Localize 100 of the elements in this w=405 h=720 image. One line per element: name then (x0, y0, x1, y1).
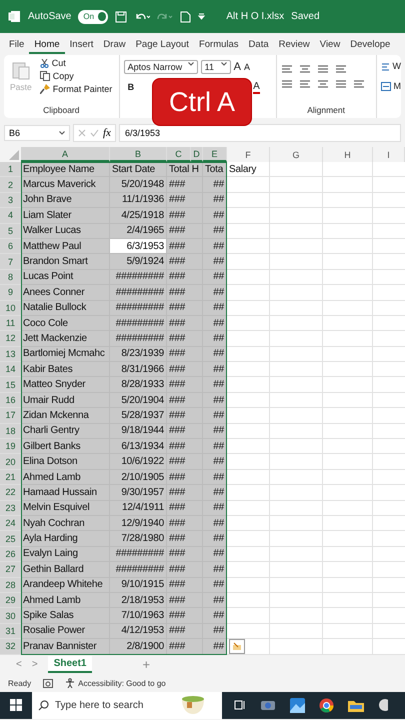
ribbon-tab[interactable]: View (314, 34, 346, 54)
table-cell: Ahmed Lamb (21, 592, 110, 608)
align-icon (298, 79, 311, 89)
table-cell: Bartlomiej Mcmahc (21, 346, 110, 362)
table-cell: 4/25/1918 (110, 208, 167, 224)
ribbon-tab[interactable]: Formulas (194, 34, 244, 54)
table-cell: 4/12/1953 (110, 624, 167, 640)
table-cell: ## (203, 208, 227, 224)
grow-font-button[interactable]: A (234, 61, 241, 73)
row-header[interactable]: 23 (0, 500, 21, 516)
row-header[interactable]: 21 (0, 470, 21, 486)
table-cell: ### (167, 285, 203, 301)
column-header[interactable]: A (21, 147, 110, 162)
copy-button[interactable]: Copy (40, 71, 112, 81)
row-header[interactable]: 31 (0, 624, 21, 640)
row-header[interactable]: 2 (0, 177, 21, 193)
format-painter-button[interactable]: Format Painter (40, 84, 112, 94)
table-cell: ### (167, 377, 203, 393)
row-header[interactable]: 6 (0, 238, 21, 254)
font-name-box[interactable]: Aptos Narrow (124, 60, 198, 74)
folder-icon (348, 698, 364, 712)
row-header[interactable]: 20 (0, 454, 21, 470)
row-header[interactable]: 11 (0, 316, 21, 332)
task-view-icon (234, 699, 246, 711)
row-header[interactable]: 25 (0, 531, 21, 547)
row-header[interactable]: 16 (0, 392, 21, 408)
column-header[interactable]: E (203, 147, 227, 162)
column-header[interactable]: B (110, 147, 167, 162)
table-cell: ### (167, 177, 203, 193)
insert-function-button[interactable]: fx (103, 126, 111, 138)
merge-button[interactable]: M (380, 81, 401, 91)
row-header[interactable]: 9 (0, 285, 21, 301)
table-cell: ### (167, 300, 203, 316)
ribbon-tab[interactable]: Page Layout (130, 34, 194, 54)
bold-button[interactable]: B (124, 80, 138, 94)
row-header[interactable]: 18 (0, 424, 21, 440)
accessibility-status[interactable]: Accessibility: Good to go (78, 678, 166, 688)
row-header[interactable]: 27 (0, 562, 21, 578)
dropdown-icon[interactable] (198, 13, 206, 20)
table-cell: Marcus Maverick (21, 177, 110, 193)
formula-field[interactable]: 6/3/1953 (118, 124, 401, 142)
ribbon-tab[interactable]: Review (274, 34, 315, 54)
next-sheet-button[interactable]: > (32, 659, 38, 670)
document-icon[interactable] (180, 10, 192, 22)
table-cell: Total H (167, 162, 203, 178)
cut-button[interactable]: Cut (40, 58, 112, 68)
ribbon-tab[interactable]: Insert (64, 34, 98, 54)
table-cell: ######### (110, 331, 167, 347)
shrink-font-button[interactable]: A (244, 62, 250, 72)
taskbar-search-bar[interactable]: Type here to search (32, 692, 222, 718)
table-cell: ## (203, 224, 227, 239)
row-header[interactable]: 3 (0, 192, 21, 208)
font-size-box[interactable]: 11 (200, 60, 231, 74)
row-header[interactable]: 1 (0, 162, 21, 178)
name-box[interactable]: B6 (4, 124, 70, 140)
column-header[interactable]: D (191, 147, 203, 162)
row-header[interactable]: 14 (0, 362, 21, 378)
align-icon (334, 64, 347, 74)
row-header[interactable]: 26 (0, 546, 21, 562)
row-header[interactable]: 4 (0, 208, 21, 224)
sheet-tab[interactable]: Sheet1 (48, 656, 92, 673)
row-header[interactable]: 22 (0, 485, 21, 501)
table-cell: 7/10/1963 (110, 608, 167, 624)
align-icon (280, 79, 293, 89)
table-cell: Brandon Smart (21, 254, 110, 270)
previous-sheet-button[interactable]: < (16, 659, 22, 670)
row-header[interactable]: 19 (0, 439, 21, 454)
row-header[interactable]: 5 (0, 224, 21, 239)
wrap-text-button[interactable]: W (380, 61, 401, 71)
table-cell: Evalyn Laing (21, 546, 110, 562)
clipboard-icon (12, 60, 30, 80)
ribbon-tab[interactable]: Develope (345, 34, 396, 54)
search-field[interactable]: Type here to search (55, 700, 175, 710)
row-header[interactable]: 17 (0, 408, 21, 424)
row-header[interactable]: 24 (0, 516, 21, 532)
ribbon-tab[interactable]: File (4, 34, 30, 54)
save-status[interactable]: Saved (291, 11, 320, 22)
row-header[interactable]: 32 (0, 639, 21, 654)
row-header[interactable]: 8 (0, 270, 21, 286)
row-header[interactable]: 29 (0, 592, 21, 608)
autosave-toggle[interactable]: On (78, 10, 108, 24)
table-cell: Arandeep Whitehe (21, 578, 110, 593)
column-header[interactable]: C (167, 147, 191, 162)
status-mode: Ready (8, 678, 32, 688)
table-cell: ## (203, 408, 227, 424)
table-cell: ######### (110, 300, 167, 316)
row-header[interactable]: 30 (0, 608, 21, 624)
align-icon (298, 64, 311, 74)
ribbon-tab[interactable]: Draw (98, 34, 131, 54)
row-header[interactable]: 15 (0, 377, 21, 393)
save-icon[interactable] (115, 10, 128, 22)
row-header[interactable]: 12 (0, 331, 21, 347)
row-header[interactable]: 28 (0, 578, 21, 593)
table-cell: ## (203, 500, 227, 516)
add-sheet-button[interactable]: + (142, 657, 150, 672)
ribbon-tab[interactable]: Data (244, 34, 274, 54)
row-header[interactable]: 13 (0, 346, 21, 362)
row-header[interactable]: 7 (0, 254, 21, 270)
row-header[interactable]: 10 (0, 300, 21, 316)
excel-icon[interactable] (8, 10, 21, 23)
